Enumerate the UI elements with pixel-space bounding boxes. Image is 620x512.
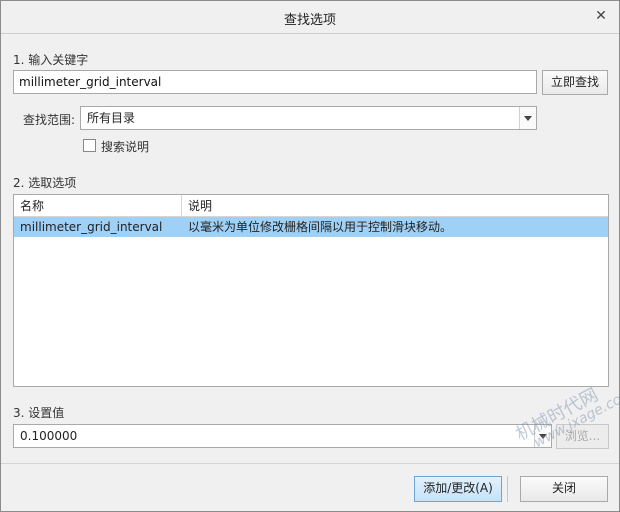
keyword-input[interactable]: millimeter_grid_interval: [13, 70, 537, 94]
dialog-title: 查找选项: [283, 13, 336, 28]
title-bar: 查找选项 ✕: [1, 1, 619, 34]
row-description-cell: 以毫米为单位修改栅格间隔以用于控制滑块移动。: [188, 220, 453, 234]
find-option-dialog: 查找选项 ✕ 1. 输入关键字 millimeter_grid_interval…: [0, 0, 620, 512]
step1-label: 1. 输入关键字: [13, 53, 89, 67]
scope-value: 所有目录: [87, 111, 136, 125]
value-text: 0.100000: [20, 429, 78, 443]
scope-label: 查找范围:: [23, 113, 76, 127]
chevron-down-icon[interactable]: [534, 425, 551, 447]
scope-select[interactable]: 所有目录: [80, 106, 537, 130]
value-select[interactable]: 0.100000: [13, 424, 552, 448]
close-icon[interactable]: ✕: [591, 6, 611, 26]
close-button[interactable]: 关闭: [520, 476, 608, 502]
chevron-down-icon[interactable]: [519, 107, 536, 129]
options-table: 名称 说明 millimeter_grid_interval 以毫米为单位修改栅…: [13, 194, 609, 387]
column-header-name[interactable]: 名称: [14, 195, 182, 217]
divider: [507, 476, 508, 502]
step2-label: 2. 选取选项: [13, 176, 77, 190]
search-description-checkbox[interactable]: [83, 139, 96, 152]
step3-label: 3. 设置值: [13, 406, 65, 420]
column-header-description[interactable]: 说明: [182, 195, 608, 217]
browse-button: 浏览...: [556, 424, 609, 449]
row-name-cell: millimeter_grid_interval: [20, 220, 163, 234]
divider: [1, 463, 619, 464]
add-change-button[interactable]: 添加/更改(A): [414, 476, 502, 502]
search-description-label: 搜索说明: [101, 140, 150, 154]
find-now-button[interactable]: 立即查找: [542, 70, 608, 95]
table-row[interactable]: millimeter_grid_interval 以毫米为单位修改栅格间隔以用于…: [14, 217, 608, 237]
